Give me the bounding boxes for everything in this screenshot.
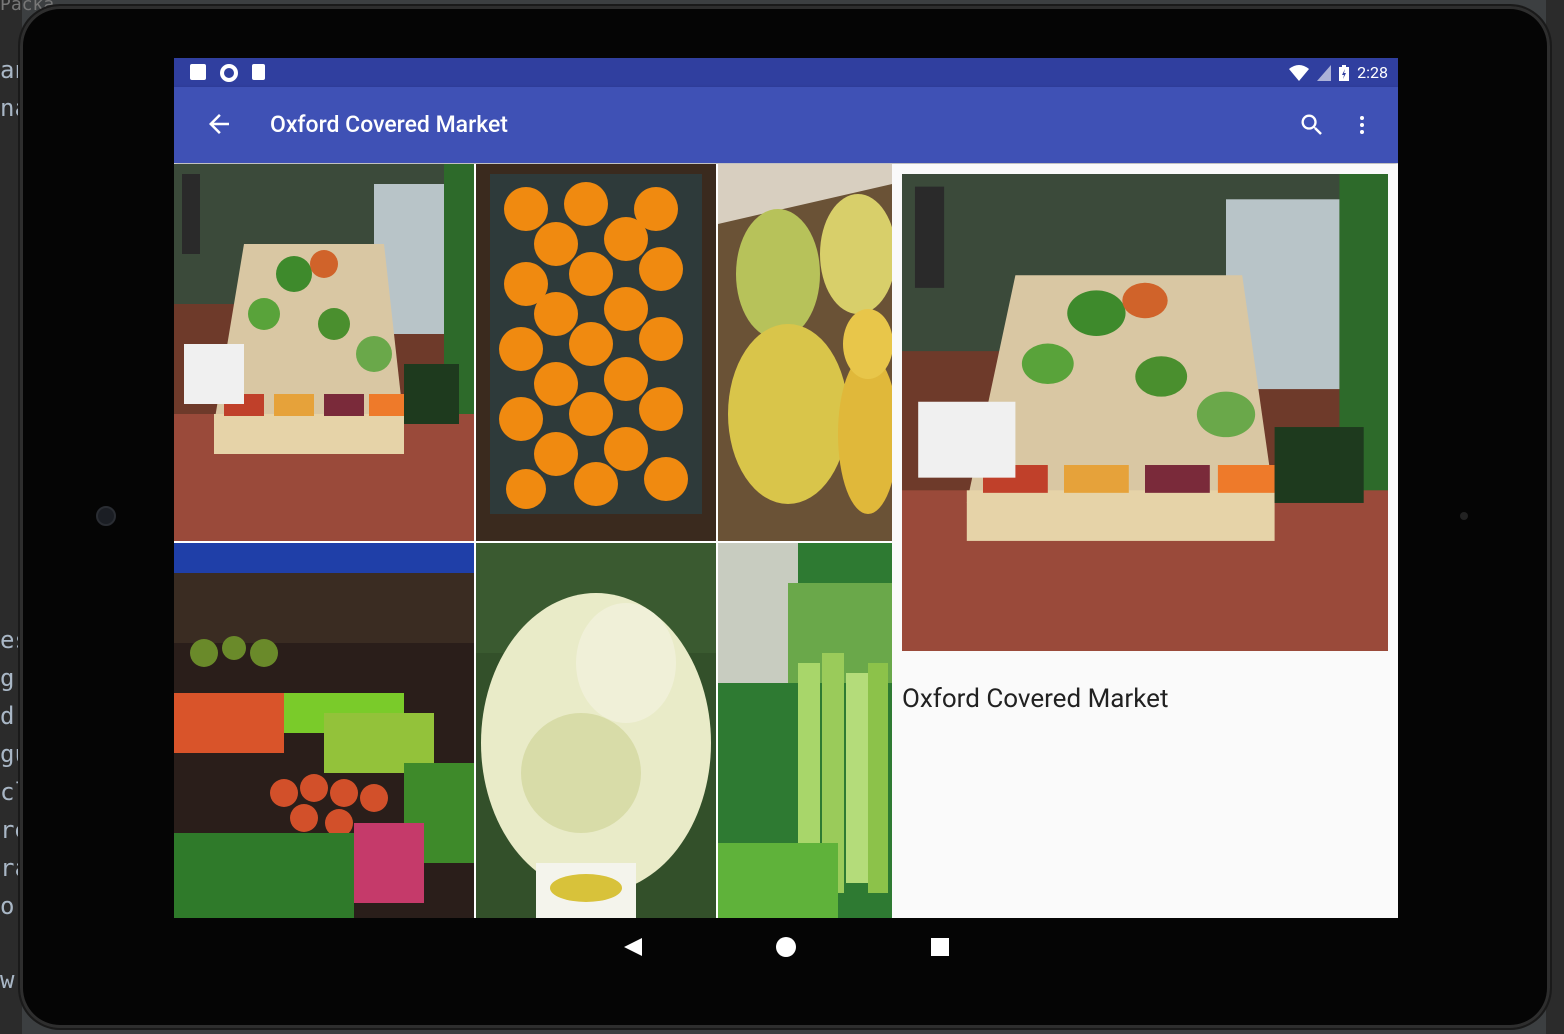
market-stall-image: [174, 164, 474, 541]
detail-pane: Oxford Covered Market: [892, 164, 1398, 918]
lemons-image: [718, 164, 892, 541]
notification-circle-icon: [220, 64, 238, 82]
grid-image-lemons[interactable]: [718, 164, 892, 541]
market-stall-detail-image: [902, 174, 1388, 651]
nav-home-icon[interactable]: [775, 936, 797, 958]
grid-image-vegetable-market[interactable]: [174, 543, 474, 918]
detail-title: Oxford Covered Market: [902, 684, 1169, 714]
toolbar-title: Oxford Covered Market: [270, 111, 508, 138]
navigation-bar: [174, 918, 1398, 976]
front-camera: [96, 506, 116, 526]
grid-image-radicchio[interactable]: [476, 543, 716, 918]
oranges-image: [476, 164, 716, 541]
more-vert-icon[interactable]: [1350, 111, 1374, 139]
app-toolbar: Oxford Covered Market: [174, 87, 1398, 163]
light-sensor: [1460, 512, 1468, 520]
device-screen: 2:28 Oxford Covered Market Oxford Covere…: [174, 58, 1398, 918]
status-bar: 2:28: [174, 58, 1398, 87]
wifi-icon: [1289, 64, 1310, 81]
celery-image: [718, 543, 892, 918]
image-grid: [174, 164, 892, 918]
grid-image-celery[interactable]: [718, 543, 892, 918]
arrow-back-icon[interactable]: [204, 109, 234, 139]
signal-icon: [1317, 64, 1332, 81]
sd-card-icon: [252, 64, 265, 80]
grid-image-market-stall[interactable]: [174, 164, 474, 541]
nav-recents-icon[interactable]: [929, 936, 951, 958]
nav-back-icon[interactable]: [622, 936, 644, 958]
detail-image: [902, 174, 1388, 651]
notification-a-icon: [190, 64, 206, 80]
radicchio-image: [476, 543, 716, 918]
grid-image-oranges[interactable]: [476, 164, 716, 541]
vegetable-market-image: [174, 543, 474, 918]
battery-icon: [1339, 64, 1350, 81]
status-time: 2:28: [1357, 63, 1388, 82]
search-icon[interactable]: [1298, 111, 1326, 139]
